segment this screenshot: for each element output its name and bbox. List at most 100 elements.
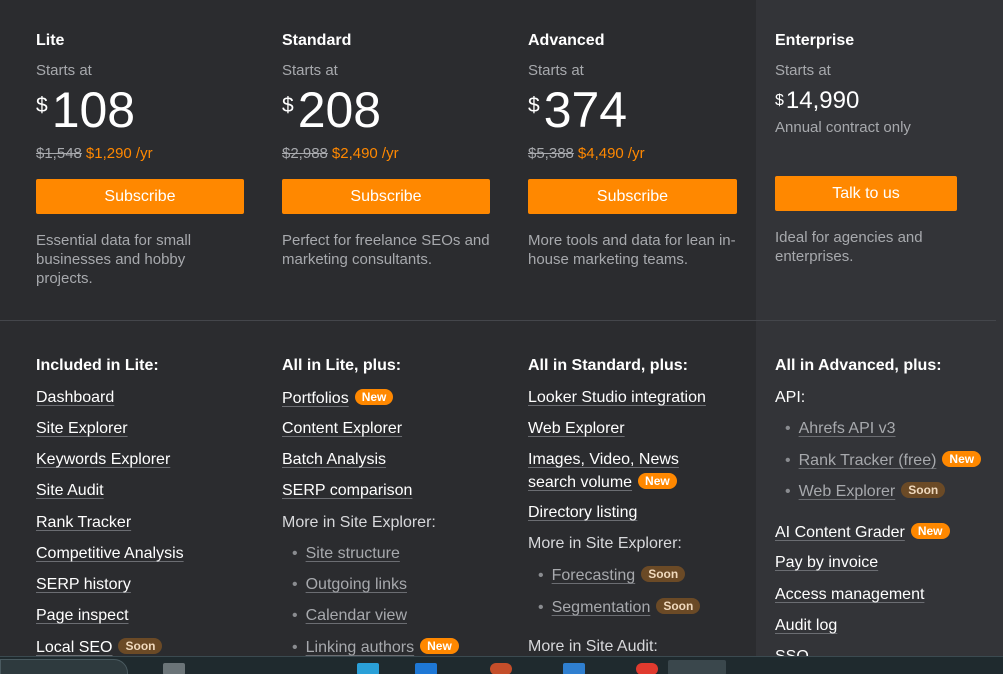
feature-link[interactable]: Forecasting bbox=[552, 567, 636, 584]
feature-item[interactable]: Page inspect bbox=[36, 607, 129, 625]
features-heading: All in Standard, plus: bbox=[528, 357, 689, 374]
feature-item[interactable]: AI Content Grader New bbox=[775, 523, 950, 542]
plan-name: Enterprise bbox=[775, 32, 855, 49]
bullet-icon: • bbox=[292, 545, 298, 562]
feature-link[interactable]: search volume bbox=[528, 474, 632, 491]
feature-link[interactable]: Site Audit bbox=[36, 482, 104, 499]
bullet-icon: • bbox=[292, 576, 298, 593]
feature-link[interactable]: Web Explorer bbox=[528, 420, 625, 437]
feature-item[interactable]: Dashboard bbox=[36, 389, 114, 407]
feature-link[interactable]: SERP history bbox=[36, 576, 131, 593]
bullet-icon: • bbox=[785, 420, 791, 437]
plan-name: Lite bbox=[36, 32, 65, 49]
feature-item[interactable]: Site Audit bbox=[36, 482, 104, 500]
feature-link[interactable]: Content Explorer bbox=[282, 420, 402, 437]
taskbar-app-icon[interactable] bbox=[563, 663, 585, 674]
subscribe-button[interactable]: Subscribe bbox=[36, 179, 244, 214]
sub-feature-item[interactable]: • Linking authors New bbox=[292, 638, 459, 657]
feature-item[interactable]: Content Explorer bbox=[282, 420, 402, 438]
taskbar-app-icon[interactable] bbox=[163, 663, 185, 674]
plan-description: Perfect for freelance SEOs and marketing… bbox=[282, 232, 490, 268]
feature-link[interactable]: Batch Analysis bbox=[282, 451, 386, 468]
sub-feature-item[interactable]: • Outgoing links bbox=[292, 576, 407, 594]
feature-item[interactable]: Pay by invoice bbox=[775, 554, 878, 572]
feature-link[interactable]: Directory listing bbox=[528, 504, 637, 521]
feature-item[interactable]: Batch Analysis bbox=[282, 451, 386, 469]
feature-link[interactable]: Access management bbox=[775, 586, 924, 603]
feature-link[interactable]: AI Content Grader bbox=[775, 524, 905, 541]
feature-item[interactable]: search volume New bbox=[528, 473, 677, 492]
feature-link[interactable]: Rank Tracker bbox=[36, 514, 131, 531]
sub-feature-item[interactable]: • Calendar view bbox=[292, 607, 407, 625]
taskbar-app-icon[interactable] bbox=[357, 663, 379, 674]
bullet-icon: • bbox=[292, 639, 298, 656]
taskbar-app-icon[interactable] bbox=[636, 663, 658, 674]
feature-item[interactable]: Directory listing bbox=[528, 504, 637, 522]
sub-feature-item[interactable]: • Forecasting Soon bbox=[538, 566, 686, 585]
subscribe-button[interactable]: Subscribe bbox=[282, 179, 490, 214]
feature-link[interactable]: Dashboard bbox=[36, 389, 114, 406]
bullet-icon: • bbox=[538, 599, 544, 616]
plan-name: Standard bbox=[282, 32, 352, 49]
price-amount: 208 bbox=[297, 82, 382, 138]
feature-item[interactable]: Competitive Analysis bbox=[36, 545, 184, 563]
sub-feature-item[interactable]: • Site structure bbox=[292, 545, 400, 563]
feature-item[interactable]: Site Explorer bbox=[36, 420, 128, 438]
sub-feature-item[interactable]: • Rank Tracker (free) New bbox=[785, 451, 982, 470]
feature-item[interactable]: Local SEO Soon bbox=[36, 638, 163, 657]
feature-item[interactable]: Images, Video, News bbox=[528, 451, 679, 469]
feature-link[interactable]: Audit log bbox=[775, 617, 837, 634]
feature-link[interactable]: Page inspect bbox=[36, 607, 129, 624]
feature-link[interactable]: Images, Video, News bbox=[528, 451, 679, 468]
feature-item[interactable]: Keywords Explorer bbox=[36, 451, 170, 469]
feature-item[interactable]: Audit log bbox=[775, 617, 837, 635]
feature-link[interactable]: Calendar view bbox=[306, 607, 407, 624]
starts-at-label: Starts at bbox=[528, 62, 584, 79]
feature-link[interactable]: Pay by invoice bbox=[775, 554, 878, 571]
soon-badge: Soon bbox=[118, 638, 163, 654]
feature-link[interactable]: Outgoing links bbox=[306, 576, 407, 593]
feature-link[interactable]: Segmentation bbox=[552, 599, 651, 616]
feature-link[interactable]: SERP comparison bbox=[282, 482, 412, 499]
feature-link[interactable]: Site structure bbox=[306, 545, 400, 562]
sub-feature-item[interactable]: • Ahrefs API v3 bbox=[785, 420, 896, 438]
feature-link[interactable]: Looker Studio integration bbox=[528, 389, 706, 406]
talk-to-us-button[interactable]: Talk to us bbox=[775, 176, 957, 211]
taskbar-search-box[interactable] bbox=[0, 659, 128, 674]
feature-link[interactable]: Site Explorer bbox=[36, 420, 128, 437]
section-divider bbox=[0, 320, 996, 321]
os-taskbar bbox=[0, 656, 1003, 674]
feature-link[interactable]: Local SEO bbox=[36, 639, 112, 656]
discounted-price: $1,290 /yr bbox=[85, 145, 153, 162]
taskbar-app-icon[interactable] bbox=[490, 663, 512, 674]
feature-link[interactable]: Competitive Analysis bbox=[36, 545, 184, 562]
feature-link[interactable]: Ahrefs API v3 bbox=[799, 420, 896, 437]
new-badge: New bbox=[942, 451, 982, 467]
plan-price: $ 14,990 bbox=[775, 88, 859, 114]
feature-link[interactable]: Rank Tracker (free) bbox=[799, 452, 937, 469]
feature-item[interactable]: SERP comparison bbox=[282, 482, 412, 500]
plan-price: $ 208 bbox=[282, 82, 381, 138]
sub-feature-item[interactable]: • Segmentation Soon bbox=[538, 598, 701, 617]
subscribe-button[interactable]: Subscribe bbox=[528, 179, 737, 214]
new-badge: New bbox=[354, 389, 394, 405]
feature-item[interactable]: Web Explorer bbox=[528, 420, 625, 438]
old-price: $1,548 bbox=[36, 145, 82, 162]
discounted-price: $2,490 /yr bbox=[331, 145, 399, 162]
feature-item[interactable]: Access management bbox=[775, 586, 924, 604]
feature-link[interactable]: Linking authors bbox=[306, 639, 415, 656]
taskbar-active-app[interactable] bbox=[668, 660, 726, 674]
bullet-icon: • bbox=[785, 483, 791, 500]
feature-item[interactable]: Looker Studio integration bbox=[528, 389, 706, 407]
feature-item[interactable]: Rank Tracker bbox=[36, 514, 131, 532]
taskbar-app-icon[interactable] bbox=[415, 663, 437, 674]
feature-link[interactable]: Keywords Explorer bbox=[36, 451, 170, 468]
sub-feature-item[interactable]: • Web Explorer Soon bbox=[785, 482, 946, 501]
feature-item[interactable]: SERP history bbox=[36, 576, 131, 594]
feature-link[interactable]: Web Explorer bbox=[799, 483, 896, 500]
feature-item[interactable]: Portfolios New bbox=[282, 389, 394, 408]
feature-link[interactable]: Portfolios bbox=[282, 390, 349, 407]
old-price: $5,388 bbox=[528, 145, 574, 162]
price-amount: 14,990 bbox=[785, 87, 860, 114]
feature-group-label: More in Site Explorer: bbox=[282, 514, 436, 531]
